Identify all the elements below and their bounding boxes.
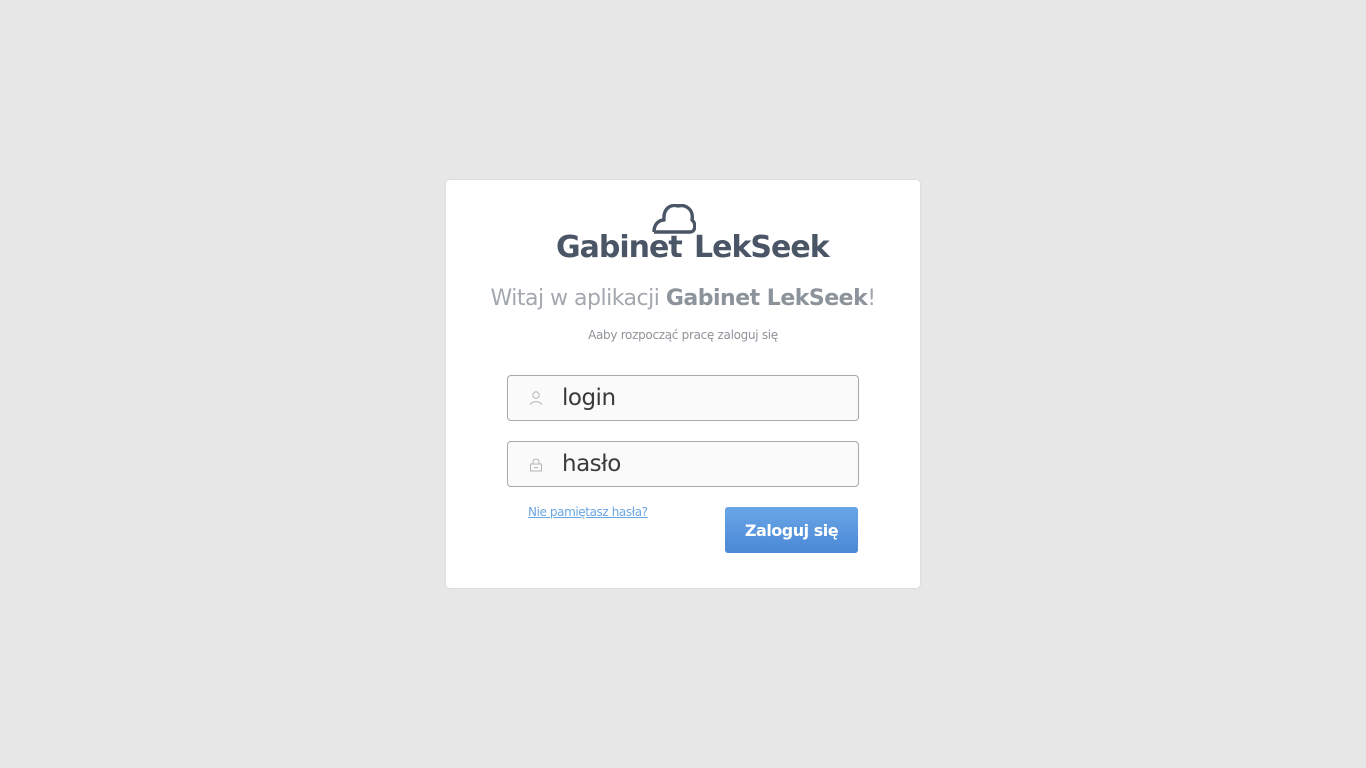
login-input[interactable] bbox=[562, 376, 842, 420]
user-icon bbox=[530, 391, 542, 406]
welcome-suffix: ! bbox=[867, 286, 876, 311]
welcome-prefix: Witaj w aplikacji bbox=[490, 286, 666, 311]
cloud-icon bbox=[652, 204, 696, 234]
login-subtitle: Aaby rozpocząć pracę zaloguj się bbox=[588, 328, 778, 342]
password-field bbox=[507, 441, 859, 487]
logo-text-right: LekSeek bbox=[694, 230, 830, 265]
login-field bbox=[507, 375, 859, 421]
login-card: Gabinet LekSeek Witaj w aplikacji Gabine… bbox=[446, 180, 920, 588]
password-input[interactable] bbox=[562, 442, 842, 486]
app-logo: Gabinet LekSeek bbox=[556, 204, 830, 266]
login-button[interactable]: Zaloguj się bbox=[725, 507, 858, 553]
lock-icon bbox=[530, 458, 542, 472]
welcome-app-name: Gabinet LekSeek bbox=[665, 286, 868, 311]
welcome-heading: Witaj w aplikacji Gabinet LekSeek! bbox=[446, 286, 920, 311]
forgot-password-link[interactable]: Nie pamiętasz hasła? bbox=[528, 505, 648, 519]
